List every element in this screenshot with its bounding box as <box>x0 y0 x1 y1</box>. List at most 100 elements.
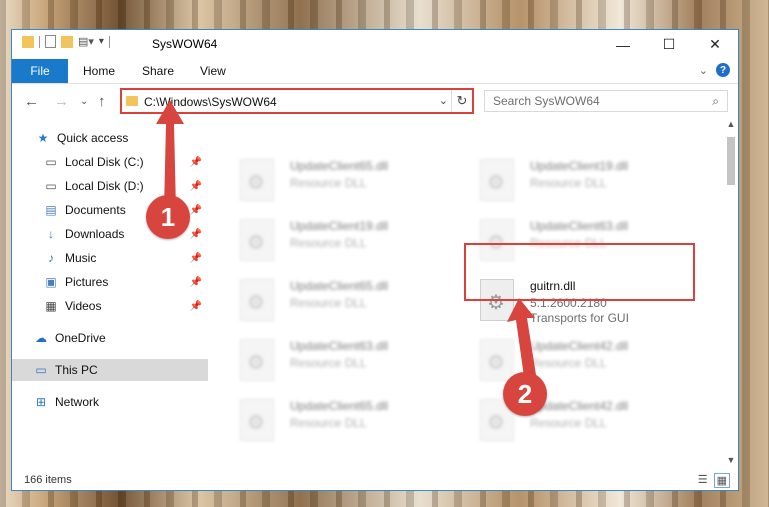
pin-icon[interactable]: 📌 <box>190 277 202 288</box>
sidebar-item-label: Pictures <box>65 275 109 289</box>
file-description: Resource DLL <box>290 176 367 190</box>
chevron-down-icon[interactable]: ⌄ <box>439 94 448 107</box>
file-item[interactable]: UpdateClient65.dll Resource DLL <box>232 273 462 329</box>
refresh-icon[interactable]: ↻ <box>451 90 472 112</box>
file-item[interactable]: UpdateClient65.dll Resource DLL <box>232 153 462 209</box>
title-bar: ▤▾ ▾ SysWOW64 — ☐ ✕ <box>12 30 738 59</box>
quick-access-toolbar: ▤▾ ▾ <box>22 35 110 48</box>
tab-file[interactable]: File <box>12 59 68 83</box>
separator <box>108 35 110 48</box>
sidebar-item-label: Local Disk (D:) <box>65 179 144 193</box>
tab-share[interactable]: Share <box>142 64 174 78</box>
file-item[interactable]: UpdateClient19.dll Resource DLL <box>472 153 702 209</box>
file-name: UpdateClient19.dll <box>290 219 389 233</box>
dll-file-icon <box>240 279 274 321</box>
close-button[interactable]: ✕ <box>692 30 738 59</box>
file-description: Resource DLL <box>530 416 607 430</box>
step-badge-2: 2 <box>503 372 547 416</box>
large-icons-view-icon[interactable]: ▦ <box>713 473 730 488</box>
file-description: Resource DLL <box>290 416 367 430</box>
vertical-scrollbar[interactable]: ▲ ▼ <box>724 119 738 469</box>
network-icon: ⊞ <box>35 395 47 409</box>
sidebar-item-videos[interactable]: ▦ Videos 📌 <box>12 295 208 317</box>
pin-icon[interactable]: 📌 <box>190 157 202 168</box>
sidebar-item-label: Network <box>55 395 100 409</box>
pin-icon[interactable]: 📌 <box>190 181 202 192</box>
sidebar-item-label: This PC <box>55 363 98 377</box>
details-view-icon[interactable]: ☰ <box>698 473 708 488</box>
dll-file-icon <box>240 159 274 201</box>
sidebar-item-label: Local Disk (C:) <box>65 155 144 169</box>
sidebar-item-label: Quick access <box>57 131 129 145</box>
file-name: UpdateClient65.dll <box>290 159 389 173</box>
file-item[interactable]: UpdateClient65.dll Resource DLL <box>232 393 462 449</box>
sidebar-item-music[interactable]: ♪ Music 📌 <box>12 247 208 269</box>
sidebar-item-network[interactable]: ⊞ Network <box>12 391 208 413</box>
sidebar-item-pictures[interactable]: ▣ Pictures 📌 <box>12 271 208 293</box>
up-icon[interactable]: ↑ <box>98 93 106 110</box>
scroll-up-icon[interactable]: ▲ <box>724 119 738 133</box>
folder-icon <box>22 35 34 48</box>
highlight-guitrn <box>464 243 695 301</box>
download-icon: ↓ <box>48 227 54 241</box>
file-description: Resource DLL <box>530 176 607 190</box>
pictures-icon: ▣ <box>45 275 57 289</box>
file-name: UpdateClient19.dll <box>530 159 629 173</box>
drive-icon: ▭ <box>45 179 57 193</box>
dll-file-icon <box>240 339 274 381</box>
sidebar-item-label: Music <box>65 251 97 265</box>
tab-home[interactable]: Home <box>83 64 115 78</box>
file-description: Resource DLL <box>290 296 367 310</box>
cloud-icon: ☁ <box>35 331 47 345</box>
dll-file-icon <box>480 159 514 201</box>
star-icon: ★ <box>37 131 49 145</box>
file-description: Resource DLL <box>290 356 367 370</box>
sidebar-item-label: Downloads <box>65 227 125 241</box>
new-folder-icon[interactable] <box>61 35 73 48</box>
forward-icon[interactable]: → <box>54 93 69 110</box>
scroll-down-icon[interactable]: ▼ <box>724 455 738 469</box>
sidebar-item-label: Videos <box>65 299 102 313</box>
computer-icon: ▭ <box>35 363 47 377</box>
help-icon[interactable]: ? <box>716 63 730 77</box>
file-item[interactable]: UpdateClient63.dll Resource DLL <box>232 333 462 389</box>
view-list-icon[interactable]: ▤▾ <box>78 35 94 48</box>
back-icon[interactable]: ← <box>24 93 39 110</box>
sidebar-item-this-pc[interactable]: ▭ This PC <box>12 359 208 381</box>
file-name: UpdateClient63.dll <box>530 219 629 233</box>
file-item[interactable]: UpdateClient19.dll Resource DLL <box>232 213 462 269</box>
search-icon: ⌕ <box>712 94 719 108</box>
drive-icon: ▭ <box>45 155 57 169</box>
documents-icon: ▤ <box>45 203 57 217</box>
videos-icon: ▦ <box>45 299 57 313</box>
pin-icon[interactable]: 📌 <box>190 229 202 240</box>
window-title: SysWOW64 <box>152 37 218 51</box>
file-name: UpdateClient65.dll <box>290 399 389 413</box>
navigation-bar: ← → ⌄ ↑ C:\Windows\SysWOW64 ⌄ ↻ Search S… <box>12 84 738 118</box>
pin-icon[interactable]: 📌 <box>190 205 202 216</box>
sidebar-item-label: Documents <box>65 203 126 217</box>
search-input[interactable]: Search SysWOW64 ⌕ <box>484 90 728 112</box>
sidebar-item-onedrive[interactable]: ☁ OneDrive <box>12 327 208 349</box>
expand-ribbon-icon[interactable]: ⌄ <box>699 64 708 77</box>
arrow-1-icon <box>156 100 184 210</box>
file-name: UpdateClient63.dll <box>290 339 389 353</box>
search-placeholder: Search SysWOW64 <box>493 94 600 108</box>
properties-icon[interactable] <box>45 35 56 48</box>
maximize-button[interactable]: ☐ <box>646 30 692 59</box>
music-icon: ♪ <box>48 251 54 265</box>
file-name: UpdateClient65.dll <box>290 279 389 293</box>
recent-locations-icon[interactable]: ⌄ <box>80 96 88 107</box>
separator <box>39 35 40 48</box>
sidebar-item-label: OneDrive <box>55 331 106 345</box>
dll-file-icon <box>240 219 274 261</box>
dll-file-icon <box>240 399 274 441</box>
pin-icon[interactable]: 📌 <box>190 253 202 264</box>
customize-toolbar-icon[interactable]: ▾ <box>99 36 104 47</box>
minimize-button[interactable]: — <box>600 30 646 59</box>
pin-icon[interactable]: 📌 <box>190 301 202 312</box>
scroll-thumb[interactable] <box>727 137 735 185</box>
file-description: Resource DLL <box>290 236 367 250</box>
folder-icon <box>126 96 138 106</box>
tab-view[interactable]: View <box>200 64 226 78</box>
